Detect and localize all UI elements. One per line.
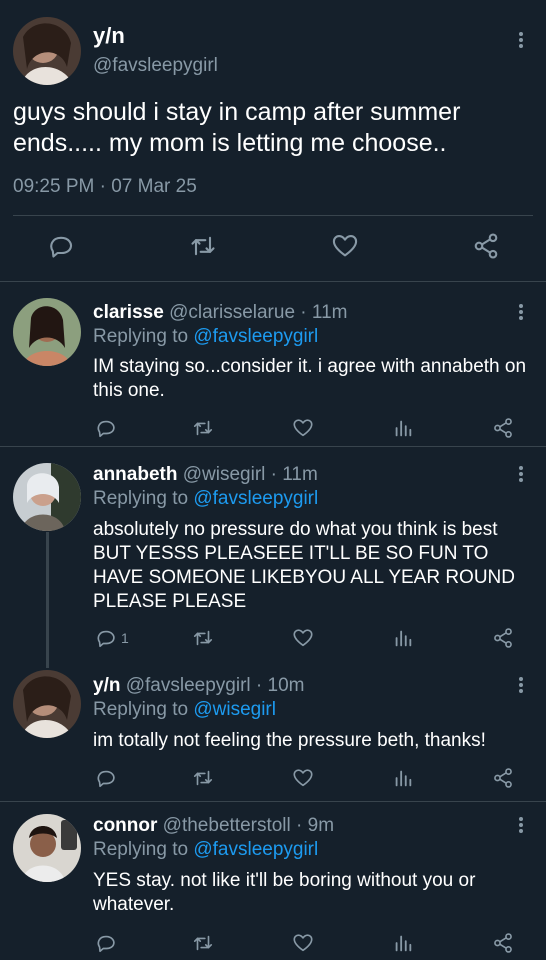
replying-to-handle[interactable]: @favsleepygirl <box>193 488 318 509</box>
author-handle[interactable]: @clarisselarue <box>169 302 295 323</box>
heart-icon[interactable] <box>292 417 314 439</box>
reply-time: · 11m <box>295 302 348 323</box>
retweet-icon[interactable] <box>192 417 214 439</box>
reply-actions <box>0 417 546 441</box>
reply-time: · 10m <box>250 675 305 696</box>
author-handle[interactable]: @wisegirl <box>183 464 266 485</box>
reply-icon[interactable]: 1 <box>95 627 129 649</box>
author-name[interactable]: annabeth <box>93 464 177 485</box>
main-tweet: y/n @favsleepygirl guys should i stay in… <box>0 0 546 281</box>
reply-actions <box>0 767 546 791</box>
reply-icon[interactable] <box>47 232 75 260</box>
retweet-icon[interactable] <box>189 232 217 260</box>
replying-to-handle[interactable]: @favsleepygirl <box>193 326 318 347</box>
replying-to: Replying to @favsleepygirl <box>93 839 318 861</box>
divider <box>13 215 533 216</box>
tweet-timestamp: 09:25 PM · 07 Mar 25 <box>13 176 197 197</box>
avatar[interactable] <box>13 463 81 531</box>
analytics-icon[interactable] <box>392 767 414 789</box>
heart-icon[interactable] <box>331 232 359 260</box>
reply-header: clarisse @clarisselarue · 11m <box>93 302 347 324</box>
reply-text: YES stay. not like it'll be boring witho… <box>93 870 476 915</box>
author-name[interactable]: connor <box>93 815 157 836</box>
retweet-icon[interactable] <box>192 932 214 954</box>
avatar[interactable] <box>13 670 81 738</box>
more-vertical-icon[interactable] <box>518 465 524 483</box>
reply-header: annabeth @wisegirl · 11m <box>93 464 318 486</box>
tweet-actions <box>0 232 546 264</box>
tweet-text: guys should i stay in camp after summer … <box>13 98 461 157</box>
reply-actions: 1 <box>0 627 546 651</box>
avatar[interactable] <box>13 17 81 85</box>
thread-line <box>46 532 49 668</box>
replying-label: Replying to <box>93 699 194 720</box>
reply-text: im totally not feeling the pressure beth… <box>93 730 486 751</box>
reply-icon[interactable] <box>95 767 121 789</box>
retweet-icon[interactable] <box>192 627 214 649</box>
reply-header: connor @thebetterstoll · 9m <box>93 815 334 837</box>
more-vertical-icon[interactable] <box>518 676 524 694</box>
share-icon[interactable] <box>472 232 500 260</box>
analytics-icon[interactable] <box>392 627 414 649</box>
share-icon[interactable] <box>492 627 514 649</box>
replying-to-handle[interactable]: @wisegirl <box>193 699 276 720</box>
share-icon[interactable] <box>492 767 514 789</box>
replying-to: Replying to @wisegirl <box>93 699 276 721</box>
more-vertical-icon[interactable] <box>518 816 524 834</box>
author-handle[interactable]: @favsleepygirl <box>93 55 218 77</box>
reply-tweet[interactable]: connor @thebetterstoll · 9m Replying to … <box>0 802 546 960</box>
reply-actions <box>0 932 546 956</box>
reply-icon[interactable] <box>95 417 121 439</box>
reply-header: y/n @favsleepygirl · 10m <box>93 675 305 697</box>
replying-to-handle[interactable]: @favsleepygirl <box>193 839 318 860</box>
author-handle[interactable]: @favsleepygirl <box>126 675 251 696</box>
replying-to: Replying to @favsleepygirl <box>93 326 318 348</box>
share-icon[interactable] <box>492 417 514 439</box>
heart-icon[interactable] <box>292 932 314 954</box>
reply-icon[interactable] <box>95 932 121 954</box>
reply-tweet[interactable]: clarisse @clarisselarue · 11m Replying t… <box>0 282 546 446</box>
share-icon[interactable] <box>492 932 514 954</box>
author-handle[interactable]: @thebetterstoll <box>163 815 291 836</box>
avatar[interactable] <box>13 814 81 882</box>
reply-text: IM staying so...consider it. i agree wit… <box>93 356 527 401</box>
reply-text: absolutely no pressure do what you think… <box>93 519 515 612</box>
analytics-icon[interactable] <box>392 417 414 439</box>
reply-time: · 11m <box>265 464 318 485</box>
heart-icon[interactable] <box>292 767 314 789</box>
analytics-icon[interactable] <box>392 932 414 954</box>
avatar[interactable] <box>13 298 81 366</box>
more-vertical-icon[interactable] <box>518 31 524 49</box>
reply-time: · 9m <box>290 815 335 836</box>
replying-to: Replying to @favsleepygirl <box>93 488 318 510</box>
replying-label: Replying to <box>93 488 194 509</box>
author-name[interactable]: y/n <box>93 675 120 696</box>
reply-tweet[interactable]: y/n @favsleepygirl · 10m Replying to @wi… <box>0 663 546 800</box>
more-vertical-icon[interactable] <box>518 303 524 321</box>
author-name[interactable]: y/n <box>93 23 125 49</box>
retweet-icon[interactable] <box>192 767 214 789</box>
reply-count: 1 <box>121 630 129 646</box>
replying-label: Replying to <box>93 839 194 860</box>
heart-icon[interactable] <box>292 627 314 649</box>
author-name[interactable]: clarisse <box>93 302 164 323</box>
replying-label: Replying to <box>93 326 194 347</box>
reply-tweet[interactable]: annabeth @wisegirl · 11m Replying to @fa… <box>0 447 546 663</box>
